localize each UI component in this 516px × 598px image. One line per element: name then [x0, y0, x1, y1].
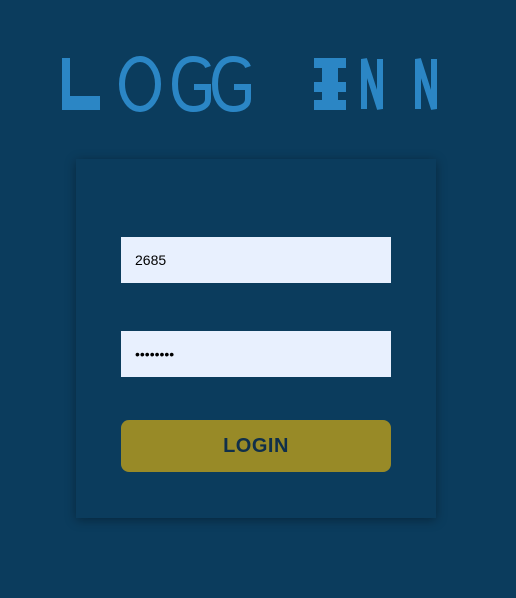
password-field[interactable]: [121, 331, 391, 377]
brand-logo: [60, 56, 460, 112]
login-card: LOGIN: [76, 159, 436, 518]
login-button[interactable]: LOGIN: [121, 420, 391, 472]
username-field[interactable]: [121, 237, 391, 283]
